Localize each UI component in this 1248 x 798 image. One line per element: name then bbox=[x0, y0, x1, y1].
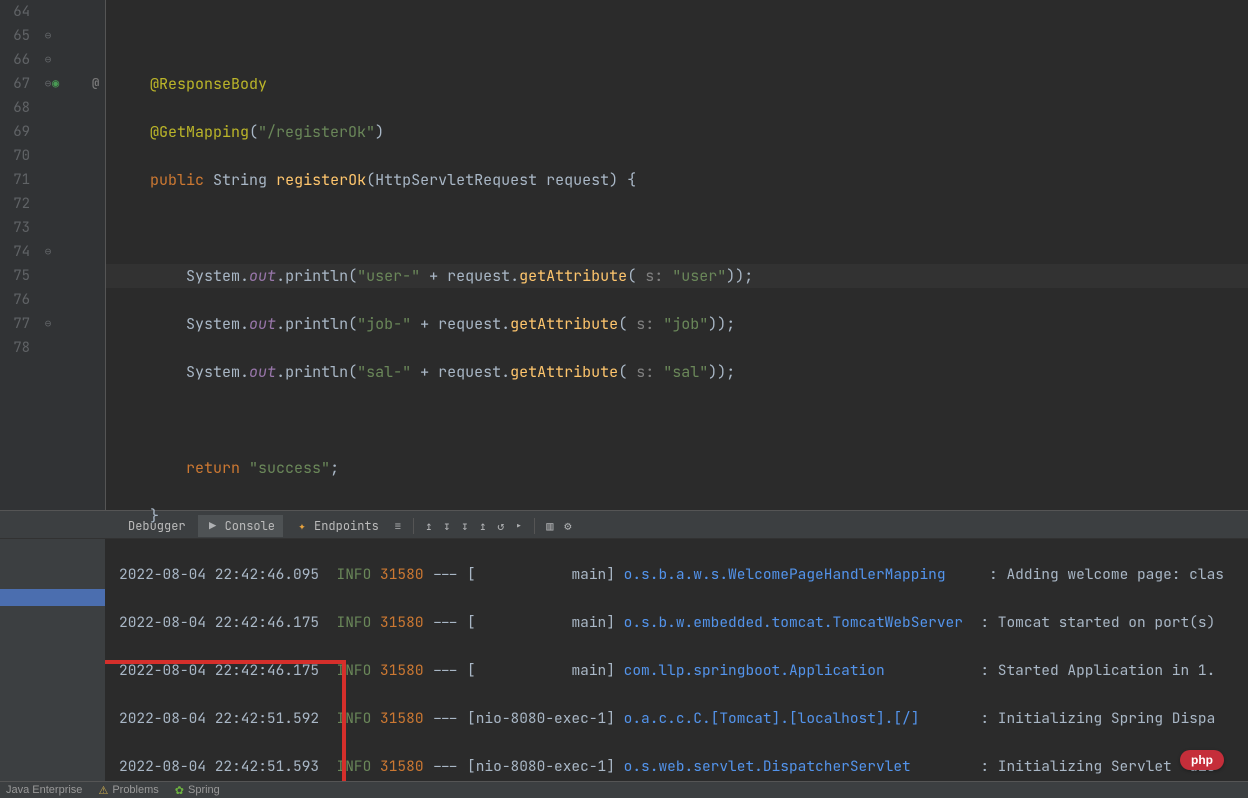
line-number: 66 bbox=[0, 48, 30, 72]
down-icon[interactable]: ↧ bbox=[440, 519, 454, 533]
fold-icon[interactable]: ⊖ bbox=[42, 245, 54, 259]
log-row: 2022-08-04 22:42:46.095 INFO 31580 --- [… bbox=[119, 563, 1248, 587]
line-number: 78 bbox=[0, 336, 30, 360]
line-number: 64 bbox=[0, 0, 30, 24]
spring-icon: ✿ bbox=[175, 784, 184, 797]
status-problems[interactable]: ⚠Problems bbox=[98, 784, 158, 797]
line-gutter: 64 65 66 67 68 69 70 71 72 73 74 75 76 7… bbox=[0, 0, 48, 510]
line-number: 65 bbox=[0, 24, 30, 48]
settings-icon[interactable]: ⚙ bbox=[561, 519, 575, 533]
editor-container: 64 65 66 67 68 69 70 71 72 73 74 75 76 7… bbox=[0, 0, 1248, 510]
log-row: 2022-08-04 22:42:46.175 INFO 31580 --- [… bbox=[119, 611, 1248, 635]
gutter-icons: ◉ @ ⊖ ⊖ ⊖ ⊖ ⊖ bbox=[48, 0, 106, 510]
down2-icon[interactable]: ↧ bbox=[458, 519, 472, 533]
line-number: 67 bbox=[0, 72, 30, 96]
status-bar: Java Enterprise ⚠Problems ✿Spring bbox=[0, 781, 1248, 798]
method-name: registerOk bbox=[276, 170, 366, 190]
endpoints-icon: ✦ bbox=[295, 519, 309, 533]
tab-debugger[interactable]: Debugger bbox=[120, 515, 194, 537]
line-number: 72 bbox=[0, 192, 30, 216]
line-number: 68 bbox=[0, 96, 30, 120]
tab-endpoints[interactable]: ✦Endpoints bbox=[287, 515, 387, 537]
fold-icon[interactable]: ⊖ bbox=[42, 29, 54, 43]
line-number: 74 bbox=[0, 240, 30, 264]
separator bbox=[534, 518, 535, 534]
warning-icon: ⚠ bbox=[98, 784, 108, 797]
status-java-enterprise[interactable]: Java Enterprise bbox=[6, 784, 82, 796]
separator bbox=[413, 518, 414, 534]
line-number: 70 bbox=[0, 144, 30, 168]
fold-icon[interactable]: ⊖ bbox=[42, 53, 54, 67]
annotation: @GetMapping bbox=[150, 122, 249, 142]
status-spring[interactable]: ✿Spring bbox=[175, 784, 220, 797]
line-number: 75 bbox=[0, 264, 30, 288]
console-area[interactable]: 2022-08-04 22:42:46.095 INFO 31580 --- [… bbox=[105, 539, 1248, 794]
log-row: 2022-08-04 22:42:51.592 INFO 31580 --- [… bbox=[119, 707, 1248, 731]
line-number: 73 bbox=[0, 216, 30, 240]
layout-icon[interactable]: ▥ bbox=[543, 519, 557, 533]
line-number: 71 bbox=[0, 168, 30, 192]
fold-icon[interactable]: ⊖ bbox=[42, 77, 54, 91]
line-number: 69 bbox=[0, 120, 30, 144]
tab-console[interactable]: ▶Console bbox=[198, 515, 283, 537]
line-number: 76 bbox=[0, 288, 30, 312]
play-icon[interactable]: ▸ bbox=[512, 519, 526, 533]
console-gutter bbox=[0, 539, 105, 794]
reset-icon[interactable]: ↺ bbox=[494, 519, 508, 533]
filter-icon[interactable]: ≡ bbox=[391, 519, 405, 533]
up-icon[interactable]: ↥ bbox=[422, 519, 436, 533]
line-number: 77 bbox=[0, 312, 30, 336]
console-icon: ▶ bbox=[206, 519, 220, 533]
log-row: 2022-08-04 22:42:46.175 INFO 31580 --- [… bbox=[119, 659, 1248, 683]
export-icon[interactable]: ↥ bbox=[476, 519, 490, 533]
annotation: @ResponseBody bbox=[150, 74, 267, 94]
log-row: 2022-08-04 22:42:51.593 INFO 31580 --- [… bbox=[119, 755, 1248, 779]
selection-mark bbox=[0, 589, 105, 606]
override-icon[interactable]: @ bbox=[92, 75, 99, 91]
fold-icon[interactable]: ⊖ bbox=[42, 317, 54, 331]
php-badge: php bbox=[1180, 750, 1224, 770]
console-wrapper: 2022-08-04 22:42:46.095 INFO 31580 --- [… bbox=[0, 539, 1248, 794]
code-area[interactable]: @ResponseBody @GetMapping("/registerOk")… bbox=[106, 0, 1248, 510]
